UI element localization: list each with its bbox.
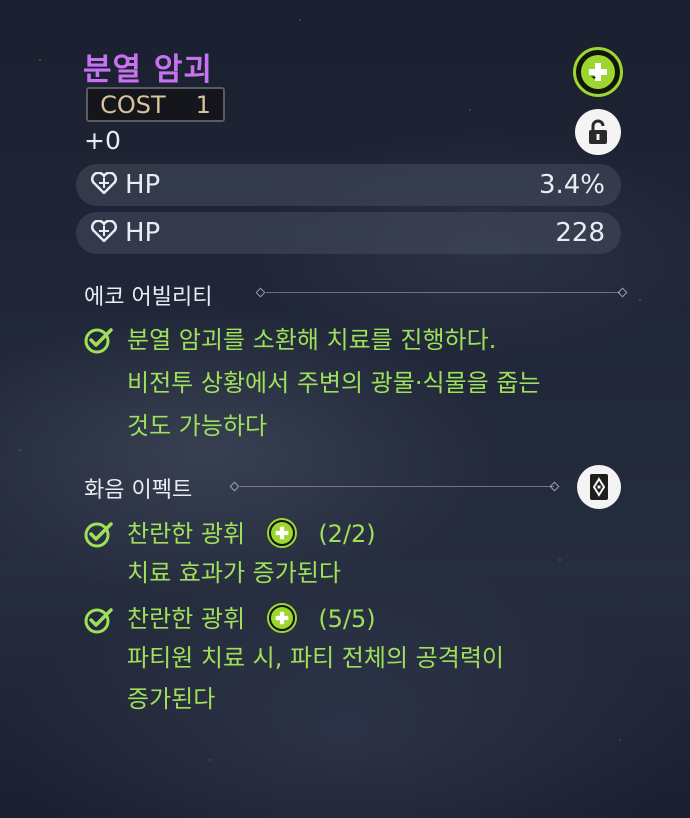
heart-icon <box>91 171 117 198</box>
ability-line: 분열 암괴를 소환해 치료를 진행하다. <box>127 326 497 354</box>
sonata-effect-header: 찬란한 광휘 (2/2) <box>127 512 376 556</box>
ability-line: 비전투 상황에서 주변의 광물·식물을 줍는 <box>127 369 541 397</box>
diamond-icon <box>549 481 560 492</box>
cost-value: 1 <box>195 90 211 119</box>
diamond-icon <box>255 287 266 298</box>
diamond-icon <box>229 481 240 492</box>
lock-icon[interactable] <box>575 109 621 155</box>
book-icon[interactable] <box>577 465 621 509</box>
check-circle-icon <box>83 325 113 359</box>
set-piece-count: (2/2) <box>318 520 376 548</box>
diamond-icon <box>617 287 628 298</box>
ability-line: 것도 가능하다 <box>127 412 268 440</box>
sonata-section-title: 화음 이펙트 <box>84 478 193 503</box>
section-divider <box>266 292 620 293</box>
sonata-set-plus-icon <box>266 518 297 548</box>
stat-row-main: HP 3.4% <box>76 164 621 206</box>
sonata-effect-header: 찬란한 광휘 (5/5) <box>127 597 376 641</box>
heart-icon <box>91 219 117 246</box>
sonata-set-plus-icon[interactable] <box>573 47 623 97</box>
echo-name: 분열 암괴 <box>83 52 213 88</box>
section-divider <box>240 486 554 487</box>
effect-description: 증가된다 <box>127 685 216 713</box>
stat-value: 3.4% <box>538 170 605 200</box>
ability-section-title: 에코 어빌리티 <box>84 285 213 310</box>
stat-row-sub: HP 228 <box>76 212 621 254</box>
set-name: 찬란한 광휘 <box>127 605 246 633</box>
stat-name: HP <box>125 218 161 248</box>
stat-value: 228 <box>555 218 605 248</box>
set-name: 찬란한 광휘 <box>127 520 246 548</box>
stat-name: HP <box>125 170 161 200</box>
check-circle-icon <box>83 605 113 639</box>
check-circle-icon <box>83 519 113 553</box>
cost-label: COST <box>100 90 166 119</box>
effect-description: 파티원 치료 시, 파티 전체의 공격력이 <box>127 644 504 672</box>
set-piece-count: (5/5) <box>318 605 376 633</box>
echo-level: +0 <box>84 126 121 155</box>
effect-description: 치료 효과가 증가된다 <box>127 559 341 587</box>
cost-badge: COST 1 <box>86 87 225 122</box>
sonata-set-plus-icon <box>266 603 297 633</box>
